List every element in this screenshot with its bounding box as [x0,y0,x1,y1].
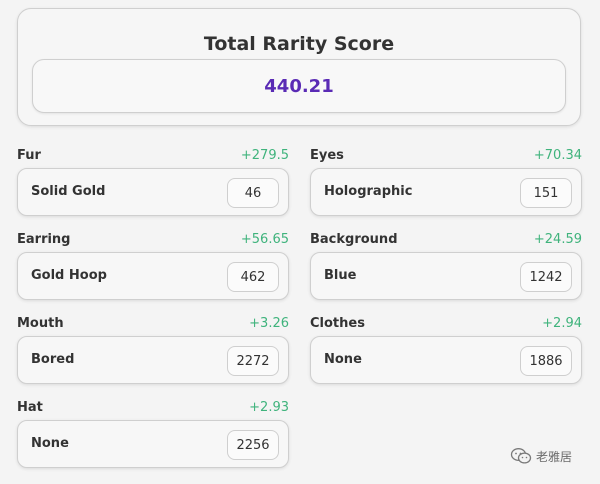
total-rarity-card: Total Rarity Score 440.21 [17,8,581,126]
trait-earring: Earring +56.65 Gold Hoop 462 [17,232,289,300]
trait-name: Fur [17,148,41,163]
trait-score: +3.26 [249,316,289,331]
wechat-icon [510,448,532,464]
trait-value-card: Holographic 151 [310,168,582,216]
trait-name: Background [310,232,398,247]
trait-eyes: Eyes +70.34 Holographic 151 [310,148,582,216]
trait-score: +24.59 [533,232,582,247]
trait-value: None [324,352,362,367]
trait-name: Mouth [17,316,64,331]
trait-score: +70.34 [533,148,582,163]
watermark-text: 老雅居 [536,449,573,464]
trait-score: +56.65 [240,232,289,247]
trait-value: Gold Hoop [31,268,107,283]
trait-hat: Hat +2.93 None 2256 [17,400,289,468]
trait-value: Holographic [324,184,413,199]
trait-count-badge: 2256 [227,430,279,460]
trait-value-card: Blue 1242 [310,252,582,300]
trait-score: +279.5 [240,148,289,163]
trait-value: None [31,436,69,451]
trait-name: Earring [17,232,71,247]
trait-score: +2.94 [542,316,582,331]
trait-value-card: None 1886 [310,336,582,384]
trait-name: Hat [17,400,43,415]
trait-count-badge: 1886 [520,346,572,376]
trait-value-card: None 2256 [17,420,289,468]
total-rarity-box: 440.21 [32,59,566,113]
trait-count-badge: 2272 [227,346,279,376]
watermark: 老雅居 [510,446,572,466]
trait-value-card: Solid Gold 46 [17,168,289,216]
trait-value-card: Bored 2272 [17,336,289,384]
trait-count-badge: 151 [520,178,572,208]
trait-name: Clothes [310,316,365,331]
trait-value-card: Gold Hoop 462 [17,252,289,300]
trait-background: Background +24.59 Blue 1242 [310,232,582,300]
trait-count-badge: 46 [227,178,279,208]
trait-value: Solid Gold [31,184,106,199]
total-rarity-value: 440.21 [264,75,334,97]
trait-value: Blue [324,268,357,283]
rarity-panel: Total Rarity Score 440.21 Fur +279.5 Sol… [0,0,600,484]
total-rarity-title: Total Rarity Score [203,33,395,55]
trait-value: Bored [31,352,75,367]
trait-count-badge: 462 [227,262,279,292]
trait-score: +2.93 [249,400,289,415]
trait-mouth: Mouth +3.26 Bored 2272 [17,316,289,384]
trait-clothes: Clothes +2.94 None 1886 [310,316,582,384]
trait-name: Eyes [310,148,344,163]
trait-count-badge: 1242 [520,262,572,292]
trait-fur: Fur +279.5 Solid Gold 46 [17,148,289,216]
